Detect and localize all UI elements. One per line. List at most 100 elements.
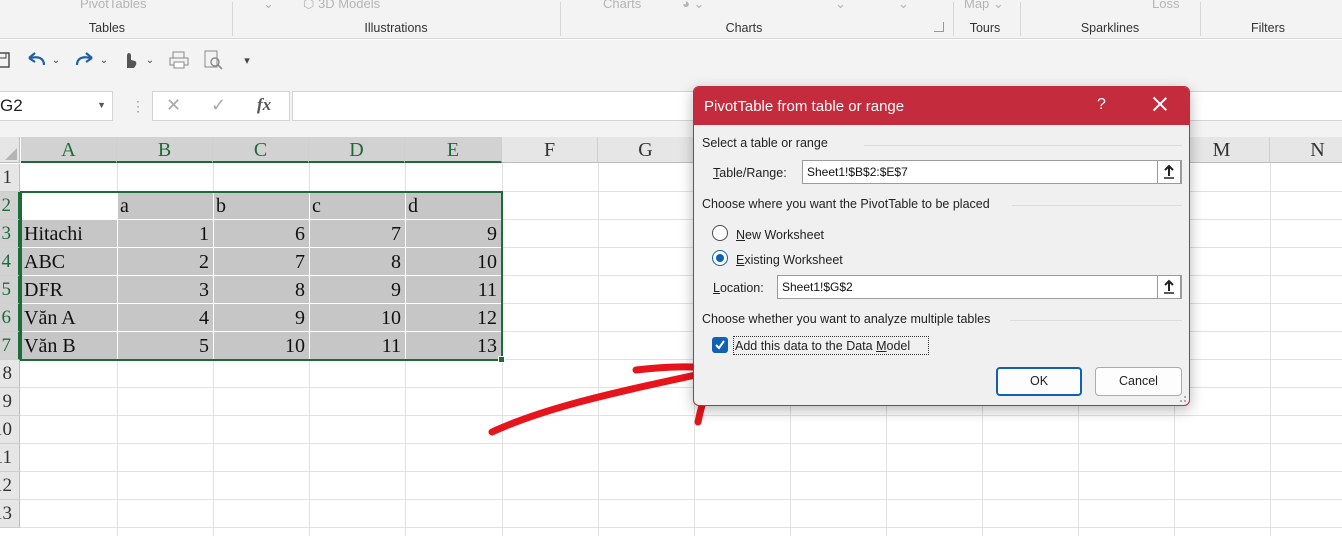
column-header[interactable]: B <box>117 137 213 163</box>
row-number: 6 <box>1 307 12 328</box>
table-range-label: Table/Range: <box>713 166 787 180</box>
dialog-titlebar[interactable]: PivotTable from table or range ? <box>694 87 1189 125</box>
column-header[interactable]: C <box>213 137 309 163</box>
formula-bar-grip-icon: ⋮ <box>131 98 145 114</box>
row-number: 11 <box>0 447 12 468</box>
row-header[interactable]: 4 <box>0 248 20 276</box>
row-header[interactable]: 11 <box>0 444 20 472</box>
chart-type-icon[interactable]: ◕ ⌄ <box>682 0 704 12</box>
section-multiple-tables: Choose whether you want to analyze multi… <box>702 312 991 326</box>
touch-dropdown-icon[interactable]: ⌄ <box>144 50 156 70</box>
name-box-value: G2 <box>0 96 23 115</box>
column-header[interactable]: A <box>21 137 117 163</box>
3d-models-button[interactable]: ⬡ 3D Models <box>303 0 380 12</box>
column-header[interactable]: D <box>309 137 405 163</box>
row-header[interactable]: 13 <box>0 500 20 528</box>
chart-dropdown-icon-2[interactable]: ⌄ <box>898 0 909 12</box>
existing-worksheet-label[interactable]: Existing Worksheet <box>736 253 843 267</box>
help-icon[interactable]: ? <box>1097 96 1106 114</box>
data-model-label[interactable]: Add this data to the Data Model <box>735 339 910 353</box>
group-sparklines: Sparklines <box>1080 21 1140 35</box>
close-icon[interactable] <box>1150 94 1170 114</box>
row-header[interactable]: 6 <box>0 304 20 332</box>
table-range-input[interactable]: Sheet1!$B$2:$E$7 <box>802 160 1182 184</box>
loss-button[interactable]: Loss <box>1152 0 1179 11</box>
section-divider <box>1012 205 1182 206</box>
column-header[interactable]: F <box>502 137 598 163</box>
group-filters: Filters <box>1250 21 1286 35</box>
location-accesskey: L <box>713 281 720 295</box>
new-worksheet-radio[interactable] <box>712 225 728 241</box>
undo-icon[interactable] <box>26 50 48 70</box>
ribbon-separator <box>1020 2 1021 36</box>
new-worksheet-label[interactable]: New Worksheet <box>736 228 824 242</box>
ribbon-separator <box>232 2 233 36</box>
group-tours: Tours <box>969 21 1001 35</box>
collapse-range-button[interactable] <box>1157 160 1181 184</box>
ribbon-separator <box>953 2 954 36</box>
table-range-value: Sheet1!$B$2:$E$7 <box>807 165 908 179</box>
row-number: 2 <box>1 195 12 216</box>
new-worksheet-accesskey: N <box>736 228 746 242</box>
row-number: 13 <box>0 503 12 524</box>
dialog-title: PivotTable from table or range <box>704 98 905 115</box>
location-input[interactable]: Sheet1!$G$2 <box>777 275 1182 299</box>
data-model-accesskey: M <box>876 339 887 353</box>
fill-handle[interactable] <box>498 356 505 363</box>
column-header[interactable]: N <box>1270 137 1342 163</box>
dialog-launcher-icon[interactable] <box>934 22 944 32</box>
pivottable-dialog: PivotTable from table or range ? Select … <box>693 86 1190 406</box>
redo-dropdown-icon[interactable]: ⌄ <box>98 50 110 70</box>
row-number: 12 <box>0 475 12 496</box>
insert-function-icon[interactable]: fx <box>257 95 271 115</box>
pivottables-button[interactable]: PivotTables <box>80 0 146 11</box>
row-header[interactable]: 3 <box>0 220 20 248</box>
gridline <box>20 415 1342 416</box>
row-header[interactable]: 5 <box>0 276 20 304</box>
ribbon-dropdown-icon[interactable]: ⌄ <box>263 0 274 12</box>
row-header[interactable]: 9 <box>0 388 20 416</box>
resize-grip-icon[interactable] <box>1177 393 1187 403</box>
gridline <box>20 527 1342 528</box>
row-header[interactable]: 1 <box>0 164 20 192</box>
location-label-text: ocation: <box>719 281 764 295</box>
charts-button[interactable]: Charts <box>603 0 641 11</box>
row-header[interactable]: 2 <box>0 192 20 220</box>
cancel-button[interactable]: Cancel <box>1095 367 1182 396</box>
row-header[interactable]: 7 <box>0 332 20 360</box>
cancel-icon[interactable]: ✕ <box>166 95 181 116</box>
row-number: 4 <box>1 251 12 272</box>
name-box[interactable]: G2 ▼ <box>0 91 113 121</box>
print-icon[interactable] <box>169 50 189 70</box>
existing-worksheet-radio[interactable] <box>712 250 728 266</box>
row-header[interactable]: 8 <box>0 360 20 388</box>
ok-button[interactable]: OK <box>996 367 1082 396</box>
column-header[interactable]: E <box>405 137 502 163</box>
select-all-button[interactable] <box>0 137 20 163</box>
map-button[interactable]: Map ⌄ <box>964 0 1004 12</box>
enter-icon[interactable]: ✓ <box>211 95 226 116</box>
group-illustrations: Illustrations <box>364 21 428 35</box>
customize-qat-icon[interactable]: ▾ <box>240 50 254 70</box>
table-range-label-text: able/Range: <box>719 166 787 180</box>
ribbon: PivotTables ⌄ ⬡ 3D Models Charts ◕ ⌄ ⌄ ⌄… <box>0 0 1342 39</box>
column-header[interactable]: G <box>598 137 694 163</box>
print-preview-icon[interactable] <box>203 50 223 70</box>
existing-worksheet-text: xisting Worksheet <box>744 253 843 267</box>
group-charts: Charts <box>725 21 763 35</box>
row-header[interactable]: 10 <box>0 416 20 444</box>
gridline <box>20 499 1342 500</box>
formula-buttons: ✕ ✓ fx <box>152 91 290 121</box>
row-header[interactable]: 12 <box>0 472 20 500</box>
data-model-label-text: Add this data to the Data <box>735 339 877 353</box>
undo-dropdown-icon[interactable]: ⌄ <box>50 50 62 70</box>
touch-mode-icon[interactable] <box>119 50 139 70</box>
group-tables: Tables <box>88 21 126 35</box>
collapse-location-button[interactable] <box>1157 275 1181 299</box>
chart-dropdown-icon[interactable]: ⌄ <box>835 0 846 12</box>
location-label: Location: <box>713 281 764 295</box>
redo-icon[interactable] <box>73 50 95 70</box>
name-box-dropdown-icon[interactable]: ▼ <box>97 100 106 110</box>
save-icon[interactable] <box>0 50 10 70</box>
data-model-checkbox[interactable] <box>712 337 728 353</box>
